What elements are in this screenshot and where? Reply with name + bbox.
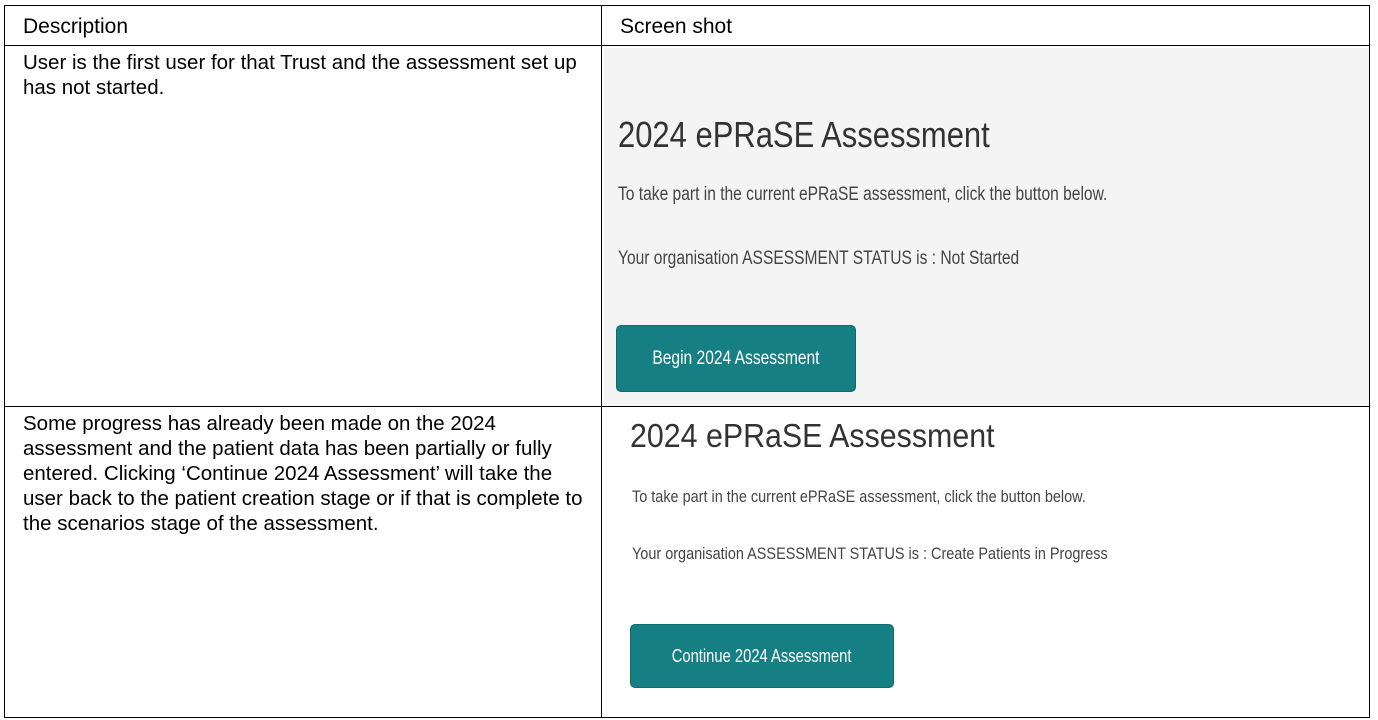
instruction-text: To take part in the current ePRaSE asses… (618, 184, 1108, 205)
assessment-status-text: Your organisation ASSESSMENT STATUS is :… (632, 544, 1108, 563)
header-description: Description (4, 5, 602, 46)
instruction-text: To take part in the current ePRaSE asses… (632, 487, 1086, 506)
begin-assessment-button-label: Begin 2024 Assessment (652, 347, 820, 369)
description-text: User is the first user for that Trust an… (23, 51, 577, 99)
table-row: User is the first user for that Trust an… (4, 45, 1370, 407)
description-cell: Some progress has already been made on t… (4, 406, 602, 718)
continue-assessment-button[interactable]: Continue 2024 Assessment (630, 624, 894, 688)
table-row: Some progress has already been made on t… (4, 406, 1370, 718)
header-screenshot: Screen shot (601, 5, 1370, 46)
description-cell: User is the first user for that Trust an… (4, 45, 602, 407)
screenshot-cell: 2024 ePRaSE Assessment To take part in t… (601, 406, 1370, 718)
table-header-row: Description Screen shot (4, 5, 1370, 46)
assessment-heading: 2024 ePRaSE Assessment (618, 114, 990, 155)
screenshot-image: 2024 ePRaSE Assessment To take part in t… (604, 48, 1369, 406)
screenshot-image: 2024 ePRaSE Assessment To take part in t… (602, 406, 1369, 717)
begin-assessment-button[interactable]: Begin 2024 Assessment (616, 325, 856, 392)
assessment-status-text: Your organisation ASSESSMENT STATUS is :… (618, 248, 1020, 269)
description-screenshot-table: Description Screen shot User is the firs… (4, 5, 1370, 718)
screenshot-cell: 2024 ePRaSE Assessment To take part in t… (601, 45, 1370, 407)
continue-assessment-button-label: Continue 2024 Assessment (672, 645, 852, 666)
description-text: Some progress has already been made on t… (23, 412, 583, 535)
assessment-heading: 2024 ePRaSE Assessment (630, 417, 995, 454)
